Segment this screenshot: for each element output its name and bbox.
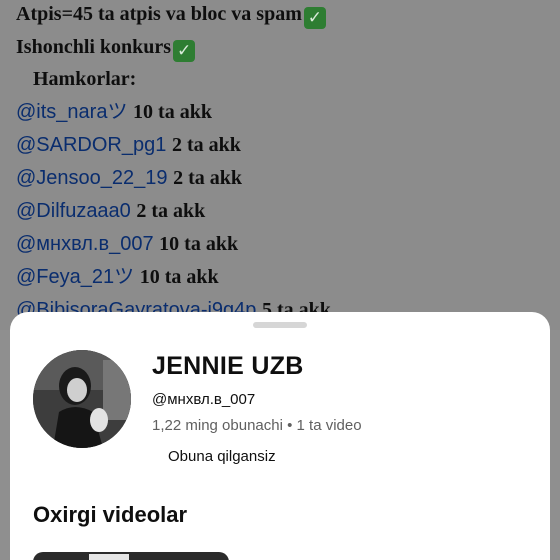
partner-account-count: 10 ta akk [139, 266, 219, 288]
drag-handle[interactable] [253, 322, 307, 328]
post-content: Atpis=45 ta atpis va bloc va spam ✓ Ishon… [0, 0, 560, 330]
video-thumbnail[interactable] [33, 552, 229, 560]
partner-account-count: 2 ta akk [171, 134, 241, 156]
partner-row: @Jensoo_22_19 2 ta akk [16, 165, 242, 191]
post-line-contest: Ishonchli konkurs ✓ [16, 34, 196, 62]
check-mark-icon: ✓ [173, 40, 196, 62]
partner-mention-link[interactable]: @Dilfuzaaa0 [16, 200, 131, 222]
partner-row: @Feya_21ツ 10 ta akk [16, 264, 219, 290]
channel-stats: 1,22 ming obunachi • 1 ta video [152, 417, 362, 434]
partner-row: @its_naraツ 10 ta akk [16, 99, 212, 125]
channel-avatar[interactable] [33, 350, 131, 448]
partner-mention-link[interactable]: @SARDOR_pg1 [16, 134, 166, 156]
recent-videos-title: Oxirgi videolar [33, 502, 188, 527]
channel-bottom-sheet: JENNIE UZB @мнхвл.в_007 1,22 ming obunac… [10, 312, 550, 560]
post-line-contest-text: Ishonchli konkurs [16, 36, 172, 58]
partner-mention-link[interactable]: @its_naraツ [16, 101, 127, 123]
post-line-rules: Atpis=45 ta atpis va bloc va spam ✓ [16, 1, 326, 29]
channel-handle: @мнхвл.в_007 [152, 391, 256, 408]
partner-account-count: 2 ta akk [173, 167, 243, 189]
partner-mention-link[interactable]: @мнхвл.в_007 [16, 233, 154, 255]
partners-heading: Hamkorlar: [33, 68, 137, 90]
check-mark-icon: ✓ [303, 7, 326, 29]
partner-row: @SARDOR_pg1 2 ta akk [16, 132, 241, 158]
avatar-photo-icon [33, 350, 131, 448]
subscribed-button[interactable]: Obuna qilgansiz [158, 442, 286, 471]
post-line-rules-text: Atpis=45 ta atpis va bloc va spam [16, 3, 302, 25]
partner-account-count: 10 ta akk [159, 233, 239, 255]
partner-account-count: 2 ta akk [136, 200, 206, 222]
partner-mention-link[interactable]: @Jensoo_22_19 [16, 167, 168, 189]
partner-row: @мнхвл.в_007 10 ta akk [16, 231, 238, 257]
thumbnail-image-icon [89, 554, 129, 560]
partner-row: @Dilfuzaaa0 2 ta akk [16, 198, 205, 224]
channel-name: JENNIE UZB [152, 352, 304, 380]
partner-account-count: 10 ta akk [133, 101, 212, 123]
partner-mention-link[interactable]: @Feya_21ツ [16, 266, 134, 288]
